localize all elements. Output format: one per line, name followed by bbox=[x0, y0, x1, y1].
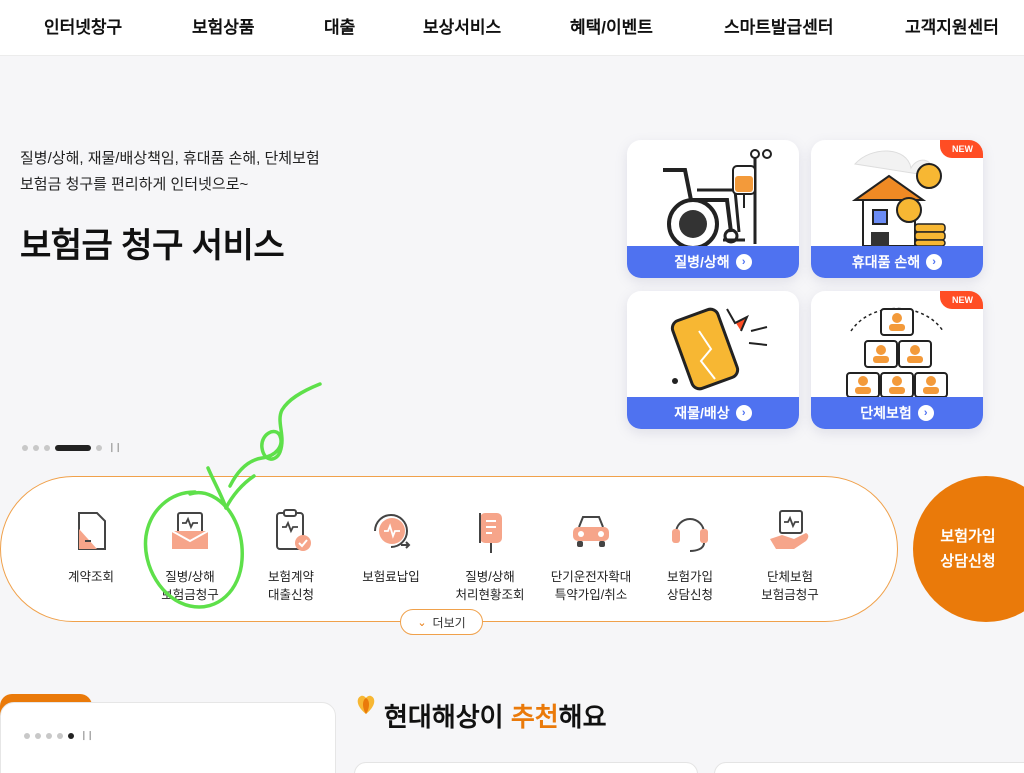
chevron-right-icon: › bbox=[735, 405, 752, 421]
hero-title: 보험금 청구 서비스 bbox=[20, 227, 285, 265]
quick-menu-contract-loan[interactable]: 보험계약 대출신청 bbox=[243, 507, 339, 604]
pager-dot[interactable] bbox=[44, 444, 50, 451]
pause-icon[interactable]: ❙❙ bbox=[80, 730, 94, 741]
pager-dot[interactable] bbox=[33, 444, 39, 451]
quick-menu-premium-payment[interactable]: 보험료납입 bbox=[343, 507, 439, 586]
chevron-right-icon: › bbox=[917, 405, 934, 421]
tile-label: 질병/상해 bbox=[674, 254, 730, 270]
hero-carousel-pager[interactable]: ❙❙ bbox=[22, 442, 122, 453]
quick-menu-contract-inquiry[interactable]: 계약조회 bbox=[43, 507, 139, 586]
quick-menu-label: 질병/상해 처리현황조회 bbox=[455, 570, 525, 602]
top-nav: 인터넷창구 보험상품 대출 보상서비스 혜택/이벤트 스마트발급센터 고객지원센… bbox=[0, 0, 1024, 56]
quick-menu-panel: 계약조회 질병/상해 보험금청구 보험계약 대출신청 보험료납입 질병/상해 처… bbox=[0, 476, 898, 622]
claim-envelope-icon bbox=[171, 512, 209, 549]
nav-item-loan[interactable]: 대출 bbox=[324, 13, 355, 38]
nav-item-internet-window[interactable]: 인터넷창구 bbox=[44, 13, 122, 38]
quick-menu-illness-claim[interactable]: 질병/상해 보험금청구 bbox=[142, 507, 238, 604]
recommend-highlight: 추천 bbox=[510, 702, 559, 732]
quick-menu-consultation[interactable]: 보험가입 상담신청 bbox=[642, 507, 738, 604]
tile-footer: 휴대품 손해 › bbox=[811, 246, 983, 278]
nav-item-insurance-products[interactable]: 보험상품 bbox=[192, 13, 255, 38]
pager-dot[interactable] bbox=[96, 444, 102, 451]
nav-item-customer-support[interactable]: 고객지원센터 bbox=[905, 13, 999, 38]
tile-footer: 질병/상해 › bbox=[627, 246, 799, 278]
heart-icon bbox=[357, 695, 375, 714]
pager-dot[interactable] bbox=[46, 732, 52, 739]
tile-group-insurance[interactable]: NEW 단체보험 › bbox=[811, 291, 983, 429]
tile-footer: 단체보험 › bbox=[811, 397, 983, 429]
broken-phone-icon bbox=[670, 307, 768, 391]
payment-icon bbox=[374, 514, 411, 549]
quick-menu-label: 계약조회 bbox=[67, 570, 114, 584]
quick-menu-short-term-driver[interactable]: 단기운전자확대 특약가입/취소 bbox=[543, 507, 639, 604]
recommend-suffix: 해요 bbox=[558, 702, 607, 732]
quick-menu-label: 보험계약 대출신청 bbox=[267, 570, 314, 602]
banner-carousel-pager[interactable]: ❙❙ bbox=[24, 730, 94, 741]
quick-menu-claim-status[interactable]: 질병/상해 처리현황조회 bbox=[442, 507, 538, 604]
quick-menu-label: 보험가입 상담신청 bbox=[666, 570, 713, 602]
recommend-card[interactable] bbox=[714, 762, 1024, 773]
hero-subtitle: 질병/상해, 재물/배상책임, 휴대품 손해, 단체보험 보험금 청구를 편리하… bbox=[20, 146, 320, 198]
quick-menu-label: 단체보험 보험금청구 bbox=[761, 570, 819, 602]
pager-dot[interactable] bbox=[22, 444, 28, 451]
chevron-right-icon: › bbox=[735, 254, 752, 270]
nav-item-benefits-events[interactable]: 혜택/이벤트 bbox=[570, 13, 653, 38]
iv-bag-icon bbox=[479, 513, 502, 553]
tile-illness-injury[interactable]: 질병/상해 › bbox=[627, 140, 799, 278]
more-button-label: 더보기 bbox=[432, 615, 466, 630]
group-people-icon bbox=[846, 307, 948, 397]
pause-icon[interactable]: ❙❙ bbox=[108, 442, 122, 453]
consult-request-label: 보험가입 상담신청 bbox=[940, 528, 996, 570]
pager-dot[interactable] bbox=[35, 732, 41, 739]
consult-request-button[interactable]: 보험가입 상담신청 bbox=[913, 476, 1024, 622]
tile-label: 단체보험 bbox=[860, 405, 912, 421]
tile-personal-belongings[interactable]: NEW 휴대품 손해 › bbox=[811, 140, 983, 278]
recommend-heading: 현대해상이 추천해요 bbox=[384, 697, 607, 734]
hand-document-icon bbox=[770, 510, 809, 549]
hero-subtitle-line2: 보험금 청구를 편리하게 인터넷으로~ bbox=[20, 176, 249, 193]
headset-icon bbox=[672, 518, 708, 552]
wheelchair-iv-icon bbox=[663, 149, 772, 246]
quick-menu-group-claim[interactable]: 단체보험 보험금청구 bbox=[742, 507, 838, 604]
tile-label: 재물/배상 bbox=[674, 405, 730, 421]
recommend-prefix: 현대해상이 bbox=[384, 702, 511, 732]
quick-menu-label: 질병/상해 보험금청구 bbox=[161, 570, 219, 602]
nav-item-smart-issue[interactable]: 스마트발급센터 bbox=[724, 13, 833, 38]
quick-menu-label: 보험료납입 bbox=[362, 570, 420, 584]
car-icon bbox=[573, 516, 609, 547]
recommend-card[interactable] bbox=[354, 762, 698, 773]
house-coins-icon bbox=[851, 150, 946, 246]
nav-item-compensation[interactable]: 보상서비스 bbox=[423, 13, 501, 38]
clipboard-check-icon bbox=[276, 509, 311, 551]
hero-subtitle-line1: 질병/상해, 재물/배상책임, 휴대품 손해, 단체보험 bbox=[20, 150, 320, 167]
tile-label: 휴대품 손해 bbox=[851, 254, 921, 270]
tile-footer: 재물/배상 › bbox=[627, 397, 799, 429]
pager-dot-active[interactable] bbox=[55, 444, 91, 451]
more-button[interactable]: ⌄ 더보기 bbox=[400, 609, 483, 635]
pager-dot-active[interactable] bbox=[68, 732, 74, 739]
chevron-down-icon: ⌄ bbox=[417, 616, 427, 629]
document-icon bbox=[78, 512, 106, 550]
pager-dot[interactable] bbox=[24, 732, 30, 739]
quick-menu-label: 단기운전자확대 특약가입/취소 bbox=[550, 570, 632, 602]
tile-property-liability[interactable]: 재물/배상 › bbox=[627, 291, 799, 429]
chevron-right-icon: › bbox=[926, 254, 943, 270]
pager-dot[interactable] bbox=[57, 732, 63, 739]
